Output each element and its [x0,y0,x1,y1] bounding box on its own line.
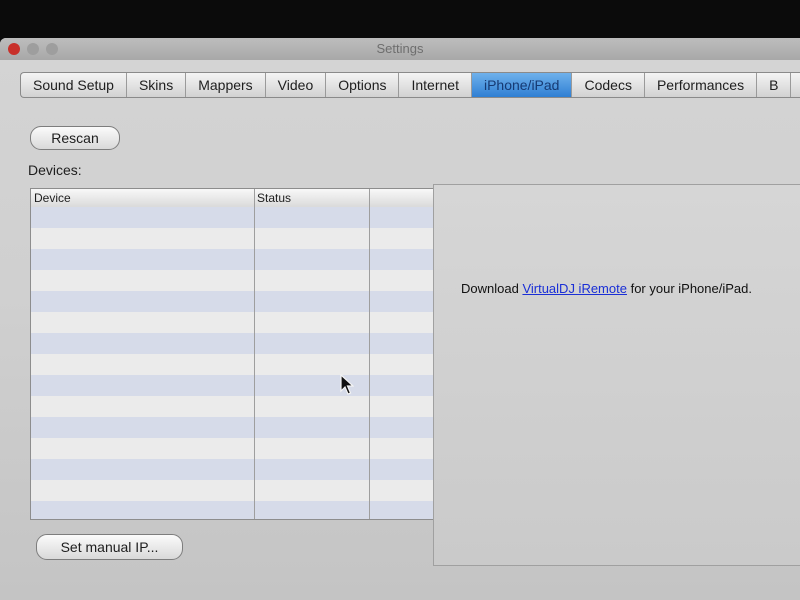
devices-label: Devices: [28,162,82,178]
tab-codecs[interactable]: Codecs [572,73,645,97]
title-bar: Settings [0,38,800,60]
tab-overflow[interactable]: B [757,73,792,97]
table-row [31,396,437,417]
virtualdj-iremote-link[interactable]: VirtualDJ iRemote [522,281,627,296]
table-row [31,438,437,459]
info-panel: Download VirtualDJ iRemote for your iPho… [433,184,800,566]
devices-table[interactable]: Device Status [30,188,438,520]
tab-skins[interactable]: Skins [127,73,187,97]
column-divider [254,189,255,519]
table-row [31,375,437,396]
tab-mappers[interactable]: Mappers [186,73,266,97]
set-manual-ip-button[interactable]: Set manual IP... [36,534,183,560]
table-row [31,270,437,291]
table-row [31,312,437,333]
tab-bar: Sound Setup Skins Mappers Video Options … [20,72,800,98]
tab-iphone-ipad[interactable]: iPhone/iPad [471,73,573,97]
tab-options[interactable]: Options [326,73,400,97]
tab-internet[interactable]: Internet [399,73,472,97]
arrow-cursor-icon [340,374,354,395]
column-divider [369,189,370,519]
table-row [31,354,437,375]
download-suffix: for your iPhone/iPad. [626,281,752,296]
table-rows [31,207,437,519]
tab-sound-setup[interactable]: Sound Setup [21,73,127,97]
settings-window: Settings Sound Setup Skins Mappers Video… [0,38,800,600]
table-row [31,249,437,270]
rescan-button[interactable]: Rescan [30,126,120,150]
table-row [31,333,437,354]
table-row [31,480,437,501]
table-header: Device Status [31,189,437,208]
tab-performances[interactable]: Performances [645,73,758,97]
download-prefix: Download [461,281,523,296]
column-header-device[interactable]: Device [34,191,71,205]
table-row [31,501,437,519]
download-text: Download VirtualDJ iRemote for your iPho… [461,281,752,296]
table-row [31,228,437,249]
table-row [31,207,437,228]
table-row [31,459,437,480]
window-title: Settings [376,41,424,56]
table-row [31,417,437,438]
table-row [31,291,437,312]
tab-video[interactable]: Video [266,73,327,97]
column-header-status[interactable]: Status [257,191,291,205]
